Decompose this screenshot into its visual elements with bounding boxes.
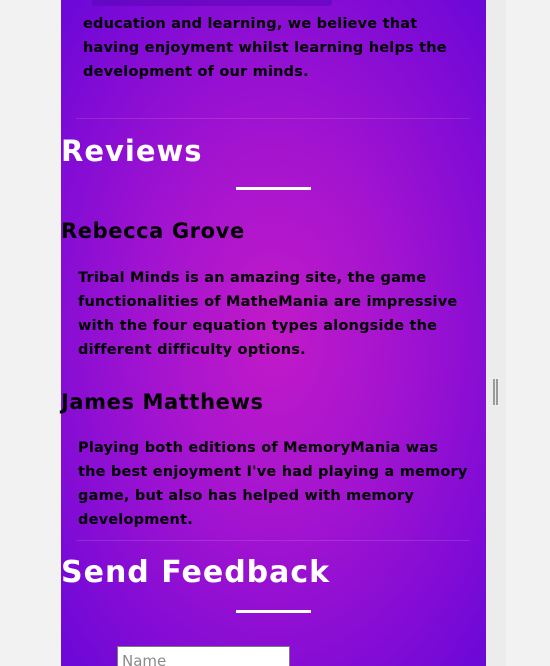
reviewer-name: Rebecca Grove xyxy=(61,219,245,243)
section-divider xyxy=(76,540,470,541)
top-edge-bar xyxy=(92,0,332,6)
review-text: Playing both editions of MemoryMania was… xyxy=(78,440,468,528)
name-input[interactable] xyxy=(117,646,290,666)
reviews-title: Reviews xyxy=(61,134,203,168)
review-text: Tribal Minds is an amazing site, the gam… xyxy=(78,270,458,358)
section-divider xyxy=(76,118,470,119)
feedback-title-underline xyxy=(236,610,311,613)
feedback-title: Send Feedback xyxy=(61,555,331,590)
side-rail xyxy=(486,0,506,666)
reviewer-name: James Matthews xyxy=(61,390,264,414)
resize-handle[interactable] xyxy=(493,379,498,405)
page-viewport: education and learning, we believe that … xyxy=(0,0,550,666)
reviews-title-underline xyxy=(236,187,311,190)
about-paragraph: education and learning, we believe that … xyxy=(83,16,447,80)
